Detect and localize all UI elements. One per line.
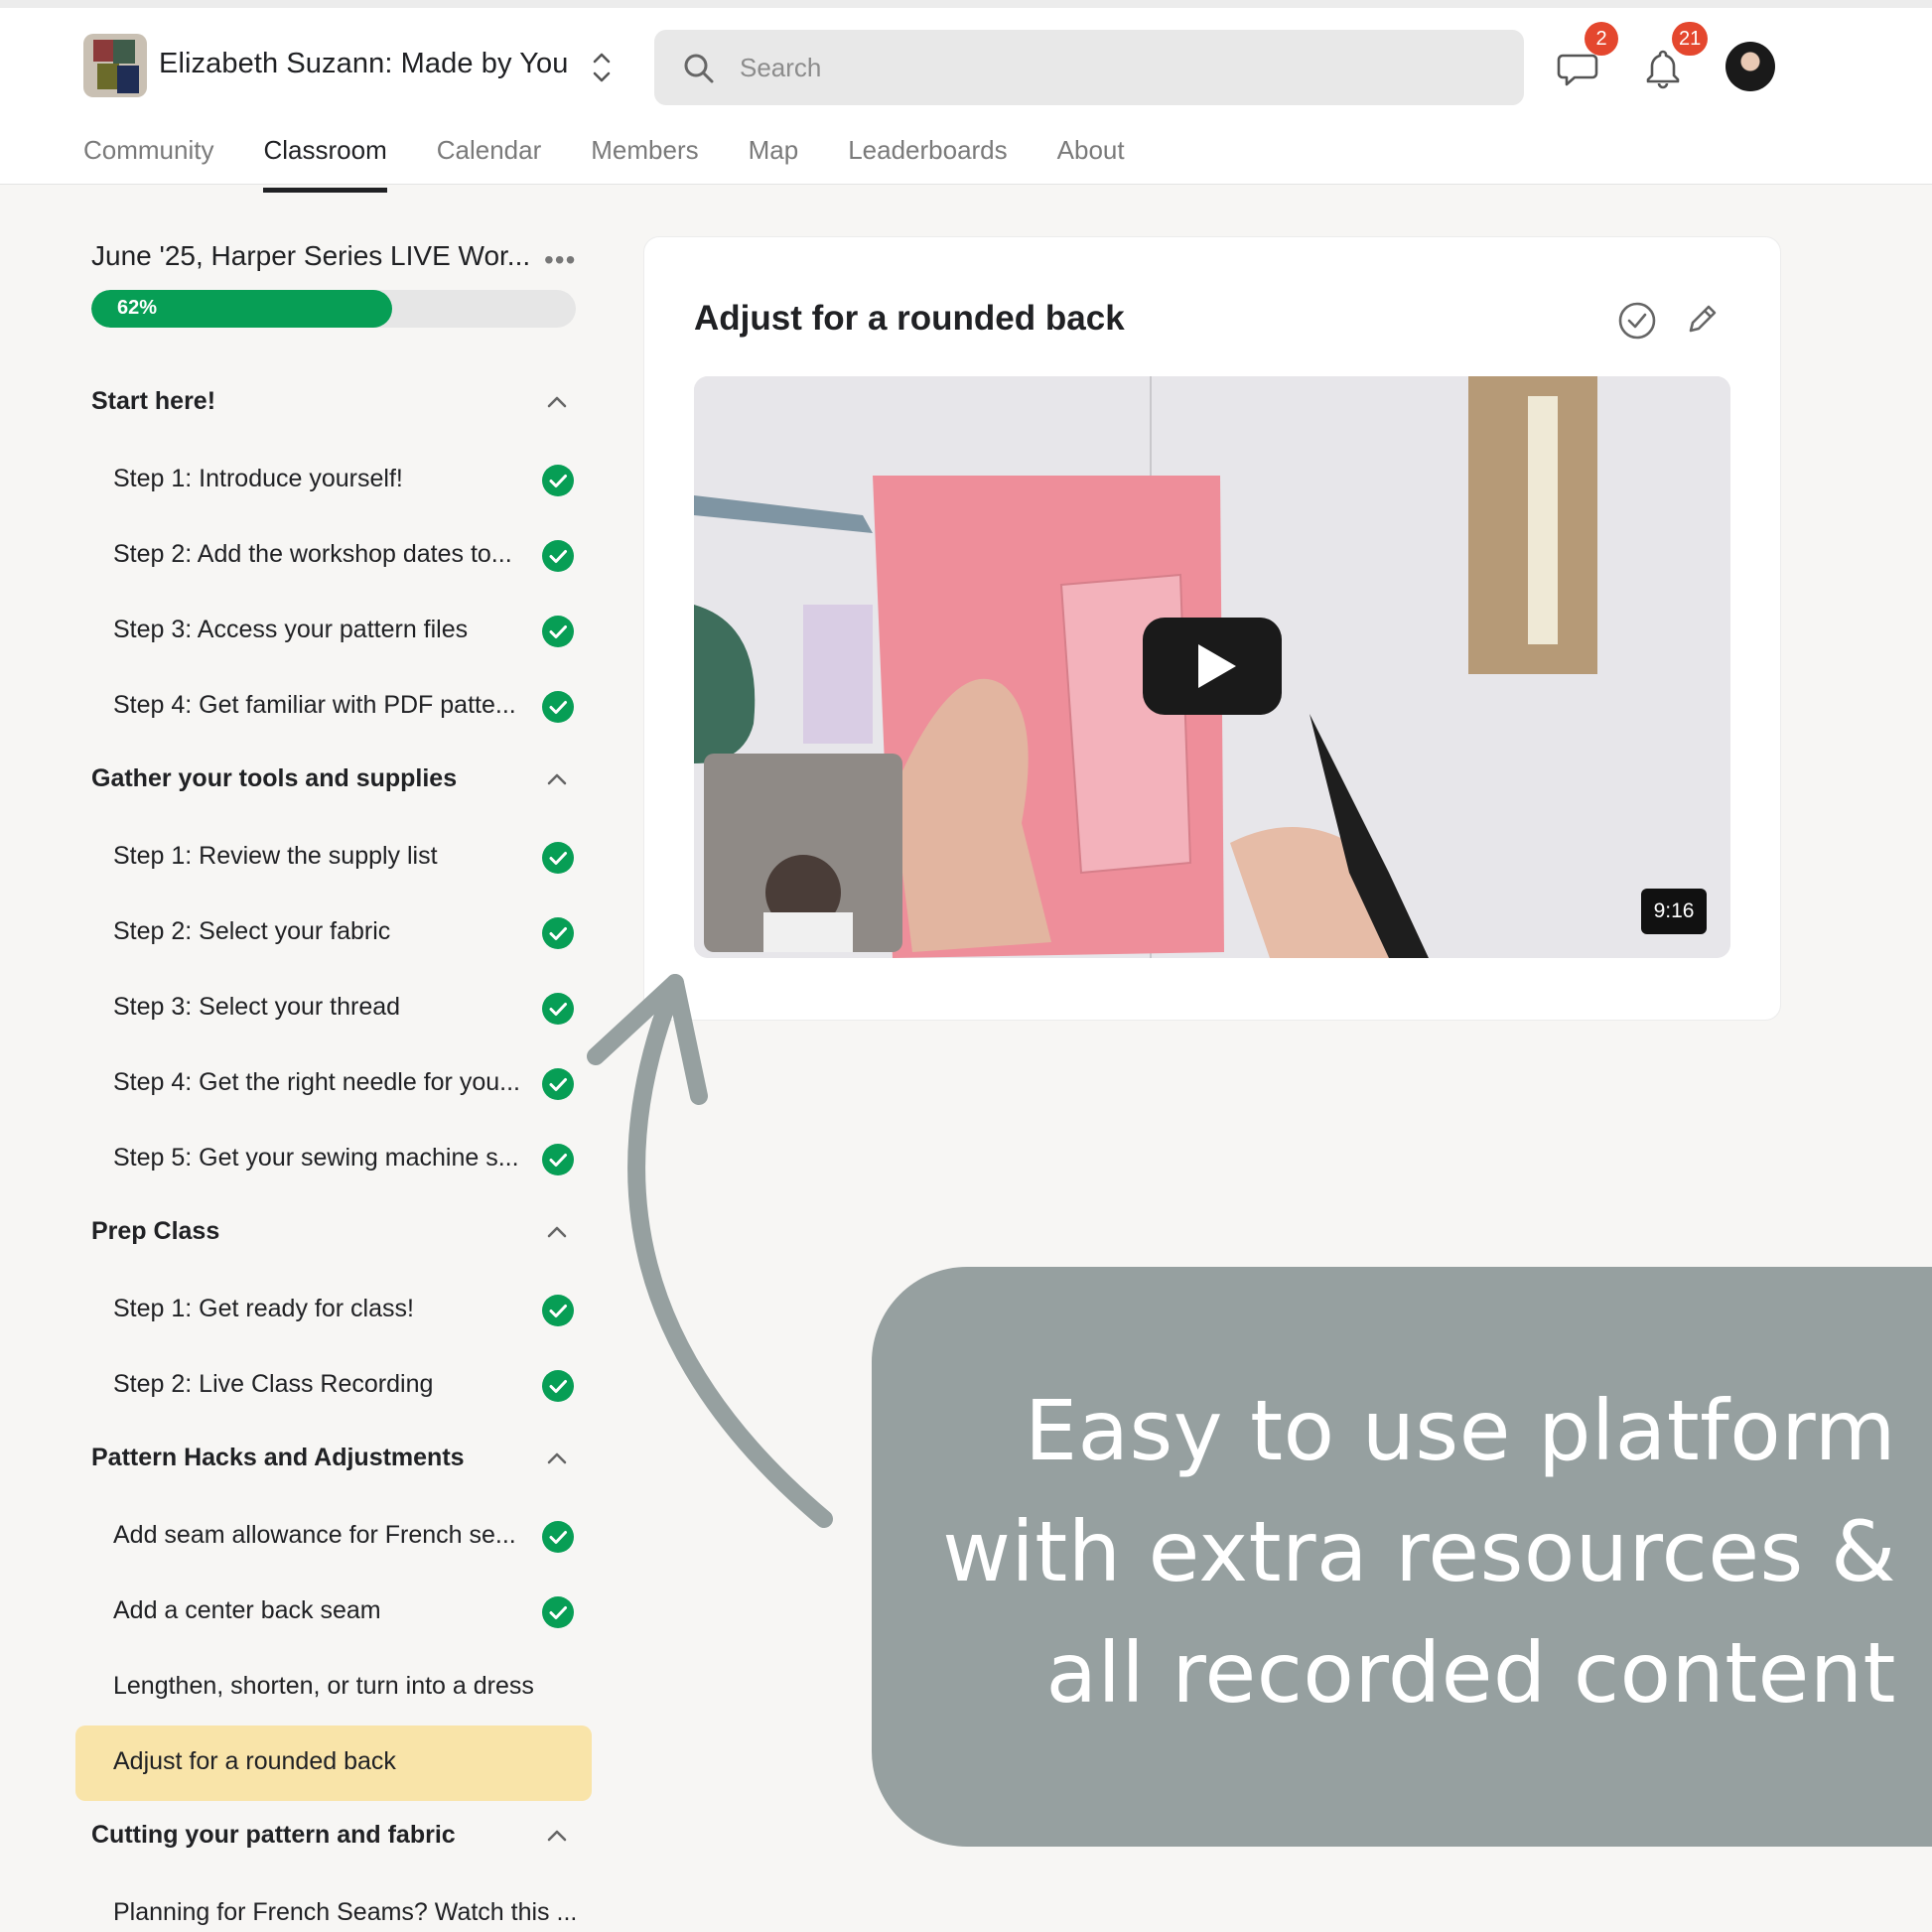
lesson-card: Adjust for a rounded back 9:16 [643, 236, 1781, 1021]
video-duration: 9:16 [1641, 889, 1707, 934]
lesson-item[interactable]: Add a center back seam [75, 1575, 592, 1650]
tab-classroom[interactable]: Classroom [263, 125, 387, 193]
top-header: Elizabeth Suzann: Made by You 2 21 Commu… [0, 0, 1932, 193]
video-player[interactable]: 9:16 [694, 376, 1730, 958]
lesson-label: Step 1: Review the supply list [113, 842, 438, 870]
section-title: Prep Class [91, 1217, 220, 1245]
section-header[interactable]: Cutting your pattern and fabric [75, 1801, 592, 1876]
lesson-item[interactable]: Step 3: Access your pattern files [75, 594, 592, 669]
progress-label: 62% [117, 297, 158, 319]
tab-leaderboards[interactable]: Leaderboards [848, 125, 1007, 193]
section-title: Cutting your pattern and fabric [91, 1821, 456, 1849]
lesson-item-active[interactable]: Adjust for a rounded back [75, 1725, 592, 1801]
completed-check-icon [542, 465, 574, 496]
lesson-label: Lengthen, shorten, or turn into a dress [113, 1672, 534, 1700]
tab-about[interactable]: About [1057, 125, 1125, 193]
lesson-label: Step 1: Get ready for class! [113, 1295, 414, 1322]
course-title: June '25, Harper Series LIVE Wor... [91, 240, 531, 271]
lesson-label: Step 4: Get the right needle for you... [113, 1068, 520, 1096]
completed-check-icon [542, 540, 574, 572]
completed-check-icon [542, 691, 574, 723]
community-logo[interactable] [83, 34, 147, 97]
community-name[interactable]: Elizabeth Suzann: Made by You [159, 48, 568, 80]
lesson-label: Step 2: Live Class Recording [113, 1370, 434, 1398]
video-thumbnail [694, 376, 1730, 958]
lesson-item[interactable]: Step 1: Introduce yourself! [75, 443, 592, 518]
curved-arrow-icon [587, 974, 833, 1528]
lesson-label: Step 2: Select your fabric [113, 917, 391, 945]
completed-check-icon [542, 1068, 574, 1100]
chevron-up-icon[interactable] [546, 395, 568, 409]
notifications-badge: 21 [1672, 22, 1709, 56]
lesson-label: Planning for French Seams? Watch this ..… [113, 1898, 578, 1926]
lesson-label: Step 3: Access your pattern files [113, 616, 469, 643]
completed-check-icon [542, 1370, 574, 1402]
lesson-label: Step 5: Get your sewing machine s... [113, 1144, 519, 1172]
lesson-item[interactable]: Step 4: Get familiar with PDF patte... [75, 669, 592, 745]
lesson-item[interactable]: Lengthen, shorten, or turn into a dress [75, 1650, 592, 1725]
chevron-up-icon[interactable] [546, 1225, 568, 1239]
lesson-label: Step 2: Add the workshop dates to... [113, 540, 512, 568]
lesson-item[interactable]: Step 2: Select your fabric [75, 896, 592, 971]
chat-badge: 2 [1585, 22, 1618, 56]
search-icon [684, 54, 714, 83]
callout-line-1: Easy to use platform [1024, 1382, 1896, 1479]
section-title: Gather your tools and supplies [91, 764, 458, 792]
section-title: Pattern Hacks and Adjustments [91, 1444, 465, 1471]
completed-check-icon [542, 1521, 574, 1553]
completed-check-icon [542, 993, 574, 1025]
completed-check-icon [542, 1295, 574, 1326]
lesson-label: Step 3: Select your thread [113, 993, 401, 1021]
completed-check-icon [542, 917, 574, 949]
mark-complete-icon[interactable] [1617, 301, 1657, 341]
tab-calendar[interactable]: Calendar [437, 125, 542, 193]
course-outline: Start here! Step 1: Introduce yourself! St… [75, 367, 592, 1932]
lesson-label: Step 1: Introduce yourself! [113, 465, 403, 492]
completed-check-icon [542, 616, 574, 647]
course-progress-bar: 62% [91, 290, 576, 328]
section-header[interactable]: Start here! [75, 367, 592, 443]
community-switcher-icon[interactable] [588, 48, 616, 87]
callout-line-3: all recorded content [1045, 1624, 1896, 1722]
section-header[interactable]: Pattern Hacks and Adjustments [75, 1424, 592, 1499]
lesson-label: Step 4: Get familiar with PDF patte... [113, 691, 516, 719]
more-options-icon[interactable]: ••• [544, 244, 576, 276]
lesson-label: Adjust for a rounded back [113, 1747, 396, 1775]
lesson-title: Adjust for a rounded back [694, 299, 1125, 338]
search-input[interactable] [740, 44, 1494, 91]
lesson-label: Add a center back seam [113, 1596, 381, 1624]
chevron-up-icon[interactable] [546, 772, 568, 786]
main-nav-tabs: Community Classroom Calendar Members Map… [83, 125, 1125, 193]
promo-callout: Easy to use platform with extra resource… [872, 1267, 1932, 1847]
lesson-item[interactable]: Step 4: Get the right needle for you... [75, 1046, 592, 1122]
lesson-item[interactable]: Planning for French Seams? Watch this ..… [75, 1876, 592, 1932]
chevron-up-icon[interactable] [546, 1451, 568, 1465]
lesson-item[interactable]: Step 2: Add the workshop dates to... [75, 518, 592, 594]
callout-line-2: with extra resources & [942, 1503, 1896, 1600]
section-title: Start here! [91, 387, 216, 415]
lesson-item[interactable]: Step 1: Review the supply list [75, 820, 592, 896]
lesson-label: Add seam allowance for French se... [113, 1521, 516, 1549]
chevron-up-icon[interactable] [546, 1829, 568, 1843]
completed-check-icon [542, 842, 574, 874]
lesson-item[interactable]: Step 1: Get ready for class! [75, 1273, 592, 1348]
lesson-item[interactable]: Add seam allowance for French se... [75, 1499, 592, 1575]
search-bar[interactable] [654, 30, 1524, 105]
edit-pencil-icon[interactable] [1681, 301, 1721, 341]
tab-map[interactable]: Map [749, 125, 799, 193]
user-avatar[interactable] [1725, 42, 1775, 91]
tab-community[interactable]: Community [83, 125, 213, 193]
completed-check-icon [542, 1144, 574, 1175]
lesson-item[interactable]: Step 5: Get your sewing machine s... [75, 1122, 592, 1197]
section-header[interactable]: Prep Class [75, 1197, 592, 1273]
section-header[interactable]: Gather your tools and supplies [75, 745, 592, 820]
lesson-item[interactable]: Step 3: Select your thread [75, 971, 592, 1046]
completed-check-icon [542, 1596, 574, 1628]
tab-members[interactable]: Members [591, 125, 698, 193]
lesson-item[interactable]: Step 2: Live Class Recording [75, 1348, 592, 1424]
